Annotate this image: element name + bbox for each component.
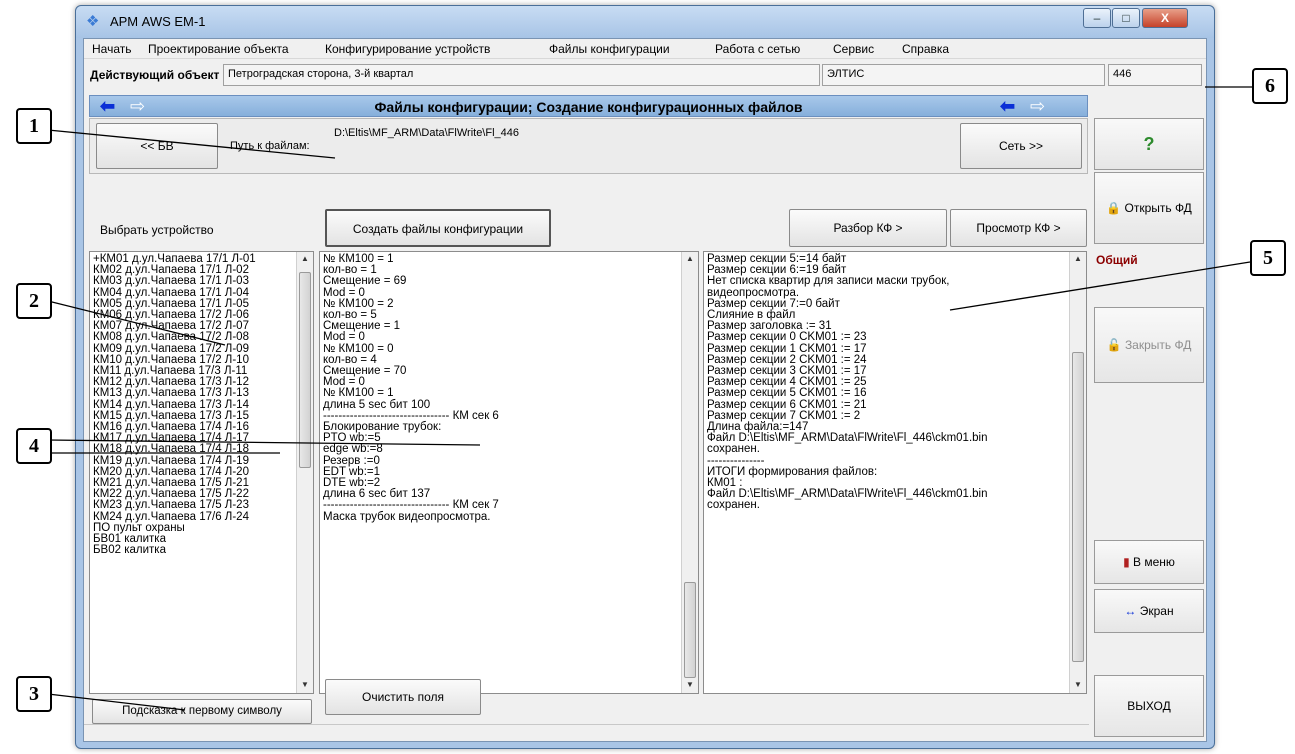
callout-4: 4 — [16, 428, 52, 464]
callout-2: 2 — [16, 283, 52, 319]
callout-lines — [47, 86, 1252, 711]
callout-6: 6 — [1252, 68, 1288, 104]
callout-1: 1 — [16, 108, 52, 144]
callout-3: 3 — [16, 676, 52, 712]
callout-5: 5 — [1250, 240, 1286, 276]
